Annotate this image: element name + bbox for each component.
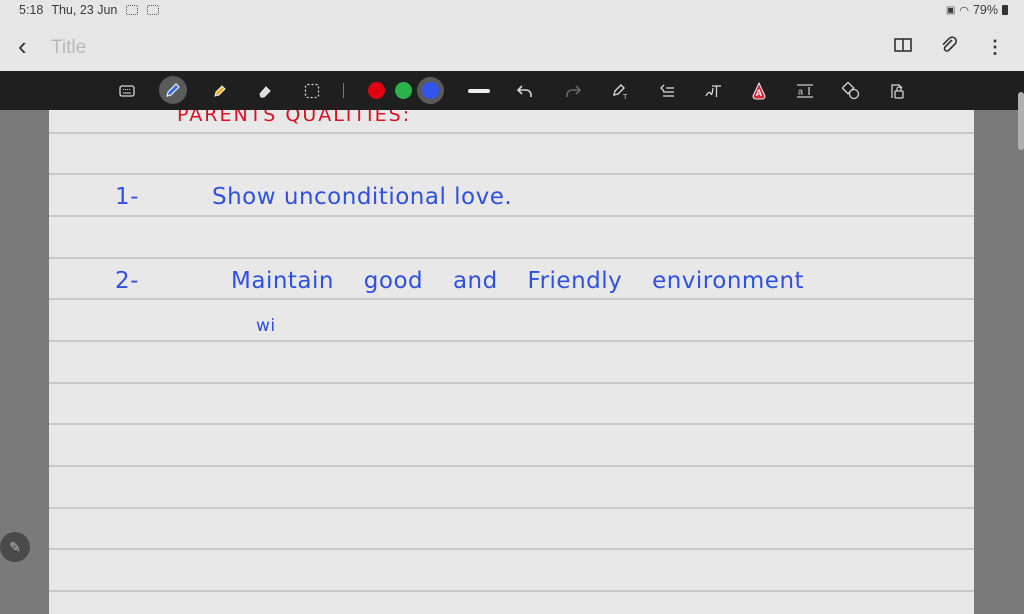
ruled-line [49,590,974,592]
color-red-swatch[interactable] [368,82,385,99]
paperclip-icon[interactable] [940,36,958,58]
note-title[interactable]: Title [51,37,86,59]
book-view-icon[interactable] [894,37,912,57]
battery-icon [1002,5,1008,15]
scrollbar[interactable] [1018,92,1024,150]
app-bar: ‹ Title ⋮ [0,24,1024,70]
line-number: 2- [115,268,139,294]
pen-to-text-icon[interactable]: T [607,78,633,104]
ruled-line [49,132,974,134]
ruled-line [49,423,974,425]
lock-battery-icon: ▣ [945,4,956,16]
ruled-line [49,298,974,300]
status-time: 5:18 [19,3,44,17]
shapes-icon[interactable] [838,78,864,104]
highlighter-icon[interactable] [207,78,233,104]
ruled-line [49,173,974,175]
status-date: Thu, 23 Jun [51,3,118,17]
notification-icon [147,5,160,15]
ruled-line [49,548,974,550]
back-chevron-icon[interactable]: ‹ [18,33,27,59]
straighten-icon[interactable] [654,78,680,104]
svg-text:T: T [623,94,628,100]
notification-icon [126,5,139,15]
ruled-line [49,507,974,509]
text-spacing-icon[interactable]: a [792,78,818,104]
ruled-line [49,465,974,467]
handwriting-text-icon[interactable] [700,78,726,104]
ruled-line [49,215,974,217]
lasso-select-icon[interactable] [299,78,325,104]
right-margin [974,110,1024,614]
svg-text:A: A [756,88,763,98]
note-line-text: wi [256,316,276,336]
text-color-icon[interactable]: A [746,78,772,104]
color-green-swatch[interactable] [395,82,412,99]
svg-text:a: a [798,87,803,97]
note-line-text: Show unconditional love. [212,184,513,210]
battery-level: 79% [972,3,998,17]
wifi-icon: ◠ [959,4,969,17]
color-blue-swatch[interactable] [422,82,439,99]
eraser-icon[interactable] [252,78,278,104]
ruled-line [49,340,974,342]
keyboard-icon[interactable] [114,78,140,104]
note-line-text: Maintain good and Friendly environment [231,268,805,294]
note-heading: PARENTS QUALITIES: [177,110,412,126]
drawing-toolbar: T A a [0,71,1024,110]
floating-pen-button[interactable]: ✎ [0,532,30,562]
pen-icon[interactable] [159,76,187,104]
pen-icon: ✎ [9,538,21,555]
toolbar-divider [343,83,344,98]
ruled-line [49,382,974,384]
ruled-line [49,257,974,259]
lock-icon[interactable] [884,78,910,104]
note-page[interactable]: PARENTS QUALITIES: 1- Show unconditional… [49,110,974,614]
line-number: 1- [115,184,139,210]
more-options-icon[interactable]: ⋮ [986,37,1004,57]
redo-icon[interactable] [560,78,586,104]
stroke-width-icon[interactable] [466,78,492,104]
status-bar: 5:18 Thu, 23 Jun ▣ ◠ 79% [0,0,1024,22]
undo-icon[interactable] [512,78,538,104]
